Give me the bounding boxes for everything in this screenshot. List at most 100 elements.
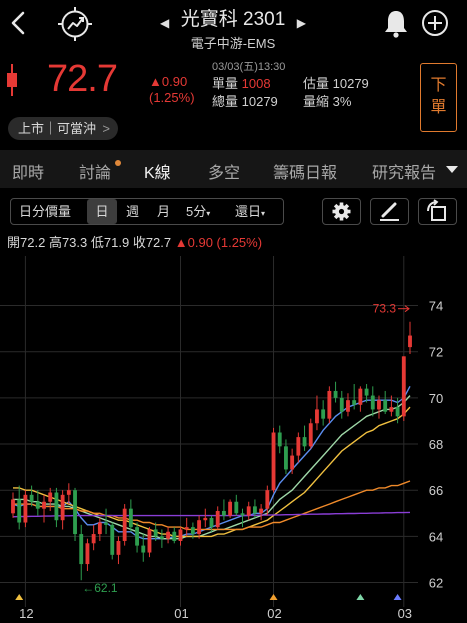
candle bbox=[23, 494, 28, 523]
candle bbox=[29, 494, 34, 502]
candle bbox=[141, 545, 146, 553]
candle bbox=[377, 400, 381, 410]
volume-ratio-value: 3% bbox=[332, 94, 352, 109]
candle bbox=[221, 510, 226, 516]
candle bbox=[91, 534, 96, 544]
alert-button[interactable] bbox=[382, 8, 410, 38]
add-watchlist-button[interactable] bbox=[421, 9, 449, 37]
draw-button[interactable] bbox=[370, 198, 409, 225]
min-price-label: ←62.1 bbox=[82, 581, 118, 595]
candle bbox=[35, 501, 40, 509]
candle bbox=[228, 501, 233, 516]
candle bbox=[135, 527, 139, 546]
x-tick-label: 03 bbox=[398, 606, 412, 621]
candle bbox=[116, 540, 121, 555]
candle bbox=[333, 390, 338, 398]
tab-more-button[interactable] bbox=[440, 158, 467, 180]
candle bbox=[153, 529, 158, 537]
period-month[interactable]: 月 bbox=[157, 199, 170, 224]
period-day[interactable]: 日 bbox=[87, 199, 117, 224]
tab-realtime[interactable]: 即時 bbox=[12, 159, 44, 183]
candle bbox=[401, 356, 406, 417]
close-value: 收72.7 bbox=[132, 235, 172, 250]
candle bbox=[296, 437, 301, 456]
unread-dot bbox=[115, 160, 121, 166]
listing-status-pill[interactable]: 上市｜可當沖 > bbox=[8, 117, 119, 140]
candle bbox=[252, 506, 257, 514]
candle bbox=[209, 517, 214, 528]
trend-button[interactable] bbox=[57, 6, 93, 42]
candle bbox=[339, 397, 344, 412]
candle bbox=[408, 335, 412, 348]
ohlc-row: 開72.2 高73.3 低71.9 收72.7 ▲0.90 (1.25%) bbox=[7, 232, 262, 251]
back-chevron-icon bbox=[11, 11, 25, 35]
chevron-right-icon: > bbox=[102, 121, 111, 136]
change-percent: (1.25%) bbox=[149, 90, 195, 105]
candle bbox=[234, 501, 239, 514]
x-tick-label: 12 bbox=[19, 606, 33, 621]
y-tick-label: 66 bbox=[429, 483, 443, 498]
last-price: 72.7 bbox=[47, 58, 118, 100]
single-volume-label: 單量 bbox=[212, 76, 239, 91]
candle bbox=[346, 400, 350, 412]
y-tick-label: 72 bbox=[429, 345, 443, 360]
candle bbox=[66, 490, 71, 495]
candle bbox=[203, 517, 208, 521]
indicator-select[interactable]: 日分價量 bbox=[19, 199, 71, 224]
x-tick-label: 01 bbox=[174, 606, 188, 621]
candle bbox=[389, 407, 394, 412]
dropdown-icon: ▾ bbox=[206, 209, 211, 218]
tab-kline[interactable]: K線 bbox=[144, 159, 171, 183]
y-tick-label: 68 bbox=[429, 437, 443, 452]
candle bbox=[395, 407, 400, 417]
order-button[interactable]: 下單 bbox=[420, 63, 457, 132]
candle bbox=[110, 524, 115, 555]
tab-discussion[interactable]: 討論 bbox=[79, 159, 111, 183]
caret-down-icon bbox=[446, 166, 458, 173]
next-stock-icon[interactable]: ▶ bbox=[297, 16, 306, 30]
stock-name-code: 光寶科 2301 bbox=[160, 4, 306, 31]
candle bbox=[128, 508, 133, 528]
candle bbox=[166, 531, 171, 539]
x-tick-label: 02 bbox=[267, 606, 281, 621]
plus-circle-icon bbox=[422, 10, 448, 36]
period-week[interactable]: 週 bbox=[126, 199, 139, 224]
candle bbox=[277, 432, 282, 447]
change-value: ▲0.90 bbox=[149, 74, 188, 89]
listing-status-label: 上市｜可當沖 bbox=[18, 121, 97, 136]
tab-bar: 即時 討論 K線 多空 籌碼日報 研究報告 bbox=[0, 150, 467, 188]
candle bbox=[73, 490, 77, 535]
settings-button[interactable] bbox=[322, 198, 361, 225]
est-volume-label: 估量 bbox=[303, 76, 330, 91]
candle bbox=[215, 510, 220, 528]
low-value: 低71.9 bbox=[90, 235, 130, 250]
adjust-select[interactable]: 還日▾ bbox=[235, 199, 265, 224]
candle bbox=[122, 508, 127, 541]
candle bbox=[184, 527, 189, 530]
rotate-button[interactable] bbox=[418, 198, 457, 225]
pen-icon bbox=[380, 202, 399, 221]
candle bbox=[352, 400, 357, 405]
tab-research[interactable]: 研究報告 bbox=[372, 159, 436, 183]
candle bbox=[265, 490, 270, 509]
candle bbox=[358, 388, 363, 405]
back-button[interactable] bbox=[6, 8, 32, 38]
candle bbox=[259, 508, 264, 514]
kline-chart[interactable]: 74 72 70 68 66 64 62 12 01 02 03 73.3 ←62.1 bbox=[0, 256, 467, 623]
tab-chip-daily[interactable]: 籌碼日報 bbox=[273, 159, 337, 183]
minute-select[interactable]: 5分▾ bbox=[186, 199, 210, 224]
tab-bull-bear[interactable]: 多空 bbox=[208, 159, 240, 183]
candle bbox=[79, 534, 84, 565]
stock-title: ◀ ▶ 光寶科 2301 電子中游-EMS bbox=[160, 4, 306, 52]
prev-stock-icon[interactable]: ◀ bbox=[160, 16, 169, 30]
stock-name: 光寶科 bbox=[180, 9, 238, 30]
candle bbox=[11, 499, 15, 514]
order-button-label: 下單 bbox=[430, 77, 447, 116]
candle bbox=[97, 522, 102, 535]
candle bbox=[370, 395, 375, 410]
max-price-label: 73.3 bbox=[373, 302, 397, 316]
trend-compass-icon bbox=[58, 7, 92, 41]
y-tick-label: 62 bbox=[429, 576, 443, 591]
gear-icon bbox=[332, 202, 351, 221]
open-value: 開72.2 bbox=[7, 235, 46, 250]
